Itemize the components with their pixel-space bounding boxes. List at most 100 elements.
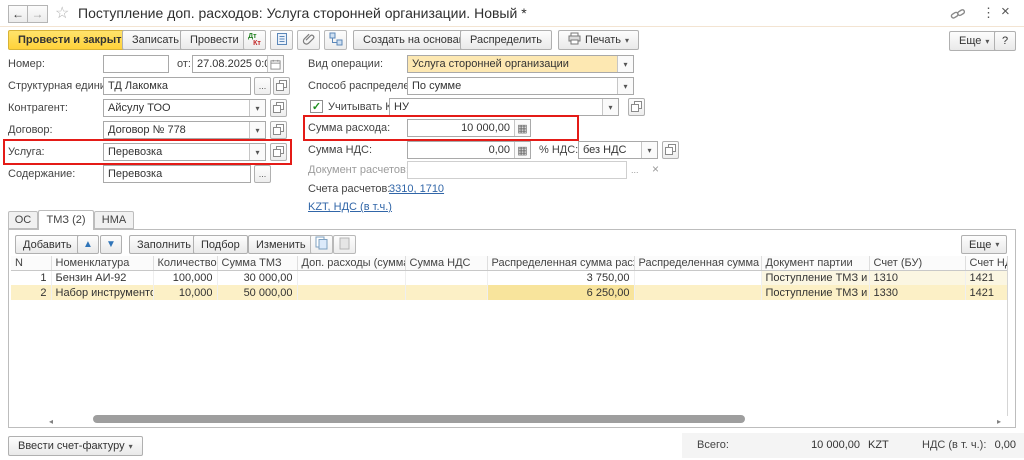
col-distributed-expenses[interactable]: Распределенная сумма расходов: [487, 256, 634, 270]
chevron-down-icon[interactable]: ▾: [249, 100, 265, 116]
copy-row-button[interactable]: [310, 235, 333, 254]
move-up-button[interactable]: ▲: [77, 235, 99, 254]
col-batch-document[interactable]: Документ партии: [761, 256, 869, 270]
tab-os[interactable]: ОС: [8, 211, 38, 229]
col-n[interactable]: N: [11, 256, 51, 270]
grid-more-button[interactable]: Еще▾: [961, 235, 1007, 254]
vat-total-value: 0,00: [965, 436, 1016, 454]
chevron-down-icon[interactable]: ▾: [602, 99, 618, 115]
number-field[interactable]: [103, 55, 169, 73]
enter-invoice-button[interactable]: Ввести счет-фактуру▾: [8, 436, 143, 456]
printer-icon: [568, 32, 581, 48]
chevron-down-icon[interactable]: ▾: [249, 122, 265, 138]
scroll-left-icon[interactable]: ◂: [49, 417, 53, 427]
scroll-right-icon[interactable]: ▸: [997, 417, 1001, 427]
add-row-button[interactable]: Добавить: [15, 235, 80, 254]
table-header-row: N Номенклатура Количество Сумма ТМЗ Доп.…: [11, 256, 1007, 270]
post-and-close-button[interactable]: Провести и закрыть: [8, 30, 138, 50]
form-more-button[interactable]: Еще▾: [949, 31, 999, 51]
structure-icon: [329, 32, 343, 49]
col-nomenclature[interactable]: Номенклатура: [51, 256, 153, 270]
edit-button[interactable]: Изменить: [248, 235, 314, 254]
back-button[interactable]: ←: [8, 5, 28, 23]
calendar-icon[interactable]: [267, 56, 283, 72]
counterparty-field[interactable]: Айсулу ТОО ▾: [103, 99, 266, 117]
distribution-method-field[interactable]: По сумме ▾: [407, 77, 634, 95]
vat-rate-field[interactable]: без НДС ▾: [578, 141, 658, 159]
currency-vat-link[interactable]: KZT, НДС (в т.ч.): [308, 198, 392, 216]
service-field[interactable]: Перевозка ▾: [103, 143, 266, 161]
ellipsis-icon: ...: [259, 169, 267, 179]
forward-button[interactable]: →: [28, 5, 48, 23]
chevron-down-icon[interactable]: ▾: [617, 78, 633, 94]
copy-icon: [315, 236, 328, 253]
col-distributed-vat[interactable]: Распределенная сумма НДС: [634, 256, 761, 270]
service-label: Услуга:: [8, 143, 45, 161]
content-field[interactable]: Перевозка: [103, 165, 251, 183]
vat-rate-open-button[interactable]: [662, 141, 679, 159]
structural-unit-open-button[interactable]: [273, 77, 290, 95]
paste-icon: [338, 236, 351, 253]
save-button[interactable]: Записать: [122, 30, 189, 50]
content-choose-button[interactable]: ...: [254, 165, 271, 183]
expense-amount-label: Сумма расхода:: [308, 119, 390, 137]
tab-nma[interactable]: НМА: [94, 211, 134, 229]
chevron-down-icon[interactable]: ▾: [617, 56, 633, 72]
col-account-bu[interactable]: Счет (БУ): [869, 256, 965, 270]
structural-unit-field[interactable]: ТД Лакомка: [103, 77, 251, 95]
kpn-open-button[interactable]: [628, 98, 645, 116]
chevron-down-icon[interactable]: ▾: [641, 142, 657, 158]
col-vat-sum[interactable]: Сумма НДС: [405, 256, 487, 270]
help-button[interactable]: ?: [994, 31, 1016, 51]
tab-tmz[interactable]: ТМЗ (2): [38, 210, 94, 230]
counterparty-open-button[interactable]: [270, 99, 287, 117]
settlement-accounts-link[interactable]: 3310, 1710: [389, 180, 444, 198]
operation-type-label: Вид операции:: [308, 55, 383, 73]
table-row[interactable]: 1 Бензин АИ-92 100,000 30 000,00 3 750,0…: [11, 270, 1007, 285]
clear-icon: ×: [652, 162, 659, 176]
settlement-doc-label: Документ расчетов:: [308, 161, 409, 179]
chevron-down-icon[interactable]: ▾: [249, 144, 265, 160]
debit-credit-button[interactable]: ДтКт: [243, 30, 266, 50]
pick-button[interactable]: Подбор: [193, 235, 248, 254]
distribute-button[interactable]: Распределить: [460, 30, 552, 50]
open-icon: [665, 144, 676, 157]
open-icon: [631, 101, 642, 114]
favorite-star-icon[interactable]: ☆: [55, 3, 69, 23]
current-cell[interactable]: 6 250,00: [487, 285, 634, 300]
col-quantity[interactable]: Количество: [153, 256, 217, 270]
service-open-button[interactable]: [270, 143, 287, 161]
vat-amount-field[interactable]: 0,00 ▦: [407, 141, 531, 159]
kpn-checkbox[interactable]: ✓: [310, 100, 323, 113]
journal-icon: [275, 32, 289, 49]
chevron-down-icon: ▾: [995, 240, 999, 249]
vertical-scrollbar-track[interactable]: [1007, 256, 1008, 416]
related-documents-button[interactable]: [324, 30, 347, 50]
post-button[interactable]: Провести: [180, 30, 249, 50]
print-button[interactable]: Печать▾: [558, 30, 639, 50]
contract-open-button[interactable]: [270, 121, 287, 139]
close-icon[interactable]: ×: [1001, 3, 1010, 20]
arrow-down-icon: ▼: [106, 239, 116, 250]
paste-row-button[interactable]: [333, 235, 356, 254]
structural-unit-choose-button[interactable]: ...: [254, 77, 271, 95]
get-link-icon[interactable]: [950, 6, 966, 25]
calculator-icon[interactable]: ▦: [514, 120, 530, 136]
contract-field[interactable]: Договор № 778 ▾: [103, 121, 266, 139]
more-menu-icon[interactable]: ⋮: [982, 5, 995, 21]
attachments-button[interactable]: [297, 30, 320, 50]
arrow-up-icon: ▲: [83, 239, 93, 250]
col-tmz-sum[interactable]: Сумма ТМЗ: [217, 256, 297, 270]
document-journal-button[interactable]: [270, 30, 293, 50]
move-down-button[interactable]: ▼: [100, 235, 122, 254]
horizontal-scrollbar-thumb[interactable]: [93, 415, 745, 423]
operation-type-field[interactable]: Услуга сторонней организации ▾: [407, 55, 634, 73]
table-row-selected[interactable]: 2 Набор инструментов 10,000 50 000,00 6 …: [11, 285, 1007, 300]
expense-amount-field[interactable]: 10 000,00 ▦: [407, 119, 531, 137]
date-field[interactable]: 27.08.2025 0:00:00: [192, 55, 284, 73]
col-account-vat[interactable]: Счет НДС: [965, 256, 1007, 270]
calculator-icon[interactable]: ▦: [514, 142, 530, 158]
total-value: 10 000,00: [755, 436, 860, 454]
col-extra-expenses[interactable]: Доп. расходы (сумма): [297, 256, 405, 270]
kpn-field[interactable]: НУ ▾: [389, 98, 619, 116]
